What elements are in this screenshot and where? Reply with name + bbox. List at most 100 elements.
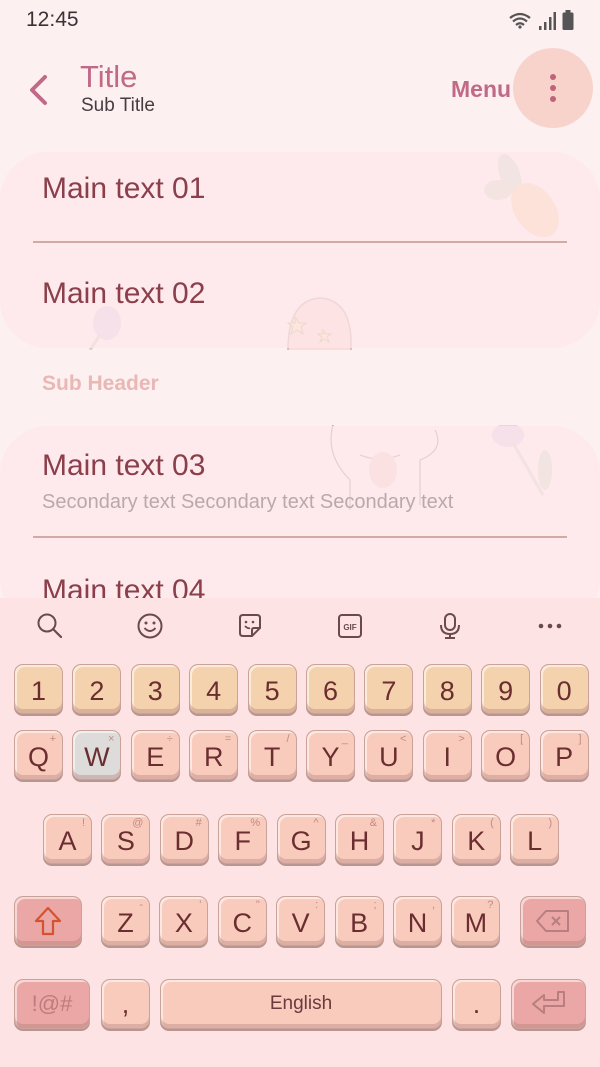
divider bbox=[33, 536, 567, 538]
key-label: 3 bbox=[147, 675, 163, 706]
keyboard: GIF 1 2 3 4 5 6 7 8 9 0 + Q × W ÷ E = R / T _ Y < U > I[O] P! A @ S # D… bbox=[0, 598, 600, 1067]
more-vertical-icon-dot bbox=[550, 96, 556, 102]
key-7[interactable]: 7 bbox=[364, 664, 414, 714]
key-4[interactable]: 4 bbox=[189, 664, 239, 714]
divider bbox=[33, 241, 567, 243]
key-label: C bbox=[232, 907, 253, 938]
key-label: X bbox=[174, 907, 193, 938]
key-label: V bbox=[291, 907, 310, 938]
key-j[interactable]: * J bbox=[393, 814, 443, 864]
status-time: 12:45 bbox=[26, 8, 79, 31]
battery-icon bbox=[562, 10, 574, 30]
key-hint: % bbox=[250, 817, 261, 829]
list-item[interactable]: Main text 01 bbox=[42, 172, 572, 206]
gif-button[interactable]: GIF bbox=[330, 608, 370, 644]
page-title: Title bbox=[80, 59, 138, 94]
key-label: 1 bbox=[30, 675, 47, 706]
key-t[interactable]: / T bbox=[247, 730, 297, 780]
key-hint: - bbox=[139, 899, 143, 911]
key-9[interactable]: 9 bbox=[481, 664, 531, 714]
back-button[interactable] bbox=[18, 68, 58, 112]
key-p[interactable]: ] P bbox=[539, 730, 589, 780]
key-3[interactable]: 3 bbox=[130, 664, 180, 714]
key-hint: ; bbox=[373, 899, 377, 911]
period-key[interactable]: . bbox=[452, 979, 501, 1029]
key-x[interactable]: ' X bbox=[159, 896, 209, 946]
key-0[interactable]: 0 bbox=[539, 664, 589, 714]
list-item[interactable]: Main text 02 bbox=[42, 277, 572, 311]
key-1[interactable]: 1 bbox=[14, 664, 63, 714]
emoji-button[interactable] bbox=[130, 608, 170, 644]
key-hint: / bbox=[286, 733, 290, 745]
key-r[interactable]: = R bbox=[189, 730, 239, 780]
key-k[interactable]: (K bbox=[451, 814, 501, 864]
key-label: Z bbox=[117, 907, 134, 938]
key-e[interactable]: ÷ E bbox=[130, 730, 180, 780]
key-u[interactable]: < U bbox=[364, 730, 414, 780]
key-h[interactable]: & H bbox=[335, 814, 384, 864]
key-m[interactable]: ? M bbox=[451, 896, 501, 946]
backspace-key[interactable] bbox=[520, 896, 586, 946]
enter-key[interactable] bbox=[511, 979, 586, 1029]
key-g[interactable]: ^ G bbox=[276, 814, 326, 864]
key-label: G bbox=[290, 825, 312, 856]
keyboard-toolbar: GIF bbox=[0, 598, 600, 654]
symbols-key[interactable]: !@# bbox=[14, 979, 90, 1029]
key-v[interactable]: :V bbox=[276, 896, 326, 946]
more-options-button[interactable] bbox=[513, 48, 593, 128]
key-label: Y bbox=[321, 741, 340, 772]
key-label: I bbox=[443, 741, 452, 772]
signal-icon bbox=[539, 12, 556, 30]
key-label: E bbox=[146, 741, 165, 772]
list-item-secondary-text: Secondary text Secondary text Secondary … bbox=[42, 491, 454, 513]
key-label: O bbox=[495, 741, 517, 772]
key-hint: = bbox=[224, 733, 232, 745]
key-hint: # bbox=[195, 817, 202, 829]
key-hint: " bbox=[255, 899, 260, 911]
voice-input-button[interactable] bbox=[430, 608, 470, 644]
key-label: J bbox=[411, 825, 425, 856]
key-6[interactable]: 6 bbox=[306, 664, 355, 714]
key-hint: ÷ bbox=[166, 733, 173, 745]
key-w[interactable]: × W bbox=[72, 730, 122, 780]
list-item[interactable]: Main text 03 Secondary text Secondary te… bbox=[42, 449, 572, 514]
sticker-button[interactable] bbox=[230, 608, 270, 644]
key-hint: ^ bbox=[313, 817, 319, 829]
gif-icon: GIF bbox=[338, 614, 362, 638]
key-s[interactable]: @ S bbox=[101, 814, 151, 864]
key-n[interactable]: ,N bbox=[393, 896, 442, 946]
keyboard-search-button[interactable] bbox=[30, 608, 70, 644]
key-y[interactable]: _ Y bbox=[306, 730, 355, 780]
key-label: A bbox=[58, 825, 77, 856]
wifi-icon bbox=[509, 12, 531, 29]
menu-button[interactable]: Menu bbox=[451, 76, 511, 103]
key-label: T bbox=[263, 741, 281, 772]
key-i[interactable]: > I bbox=[422, 730, 472, 780]
key-5[interactable]: 5 bbox=[247, 664, 297, 714]
key-2[interactable]: 2 bbox=[72, 664, 122, 714]
key-q[interactable]: + Q bbox=[14, 730, 63, 780]
key-z[interactable]: -Z bbox=[101, 896, 150, 946]
key-hint: ) bbox=[548, 817, 553, 829]
key-8[interactable]: 8 bbox=[422, 664, 472, 714]
key-hint: & bbox=[369, 817, 377, 829]
key-b[interactable]: ; B bbox=[334, 896, 384, 946]
key-label: 5 bbox=[264, 675, 280, 706]
key-label: F bbox=[234, 825, 251, 856]
more-vertical-icon bbox=[550, 74, 556, 80]
key-a[interactable]: ! A bbox=[43, 814, 92, 864]
key-hint: + bbox=[49, 733, 56, 745]
key-c[interactable]: " C bbox=[217, 896, 267, 946]
key-label: Q bbox=[27, 741, 49, 772]
key-l[interactable]: ) L bbox=[510, 814, 560, 864]
keyboard-more-button[interactable] bbox=[530, 608, 570, 644]
key-o[interactable]: [O bbox=[481, 730, 531, 780]
key-d[interactable]: # D bbox=[159, 814, 209, 864]
key-f[interactable]: % F bbox=[218, 814, 268, 864]
space-key[interactable]: English bbox=[160, 979, 442, 1029]
key-label: D bbox=[174, 825, 195, 856]
shift-key[interactable] bbox=[14, 896, 82, 946]
comma-key[interactable]: , bbox=[101, 979, 150, 1029]
key-label: N bbox=[407, 907, 428, 938]
key-label: H bbox=[349, 825, 370, 856]
